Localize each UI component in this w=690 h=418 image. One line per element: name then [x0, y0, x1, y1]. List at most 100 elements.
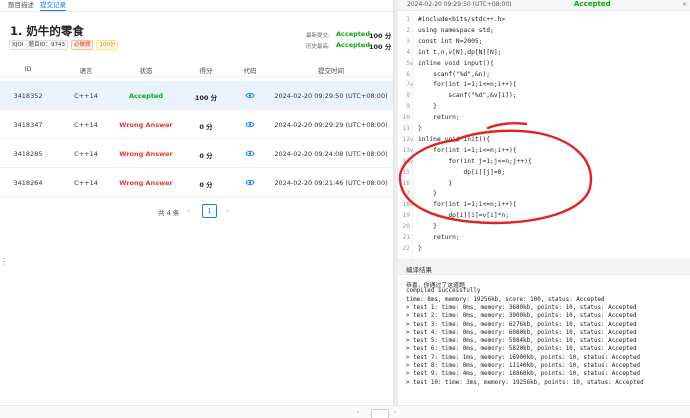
problem-title: 1. 奶牛的零食	[10, 24, 84, 38]
eye-icon[interactable]	[245, 121, 255, 128]
code-line: }	[418, 244, 422, 252]
header-code[interactable]: 代码	[244, 65, 257, 75]
code-line: dp[i][i]=v[i]*n;	[418, 212, 509, 220]
submission-status: Wrong Answer	[119, 121, 173, 129]
best-status: Accepted	[336, 41, 370, 49]
table-row[interactable]: 3418347 C++14 Wrong Answer 0 分 2024-02-20 09…	[0, 110, 393, 139]
header-status[interactable]: 状态	[140, 65, 153, 75]
latest-label: 最新提交:	[306, 33, 330, 39]
line-number: 4	[406, 48, 410, 56]
required-tag: 必做题	[70, 40, 94, 50]
chevron-right-icon[interactable]: ›	[394, 409, 396, 416]
tab-problem-description[interactable]: 题目描述	[8, 0, 34, 10]
header-language[interactable]: 语言	[80, 65, 93, 75]
code-line: return;	[418, 114, 460, 122]
code-viewer[interactable]: 1 #include<bits/stdc++.h> 2 using namespace…	[398, 14, 690, 258]
page-button-1[interactable]: 1	[202, 204, 217, 218]
test-result-line: > test 2: time: 0ms, memory: 3900kb, poi…	[406, 313, 637, 320]
chevron-left-icon[interactable]: ‹	[187, 206, 190, 215]
tab-bar: 题目描述 提交记录	[0, 0, 393, 12]
eye-icon[interactable]	[245, 150, 255, 157]
submission-time: 2024-02-20 09:21:46 (UTC+08:00)	[274, 179, 388, 187]
compile-summary-line: time: 8ms, memory: 19256kb, score: 100, …	[406, 296, 605, 303]
table-header: ID 语言 状态 得分 代码 提交时间	[0, 59, 393, 77]
chevron-right-icon[interactable]: ›	[226, 206, 229, 215]
table-row[interactable]: 3418264 C++14 Wrong Answer 0 分 2024-02-20 09…	[0, 168, 393, 197]
code-line: #include<bits/stdc++.h>	[418, 16, 506, 23]
fold-chevron-icon[interactable]: v	[410, 61, 413, 67]
header-submit-time[interactable]: 提交时间	[318, 65, 344, 75]
line-number: 6	[406, 70, 410, 78]
submission-language: C++14	[74, 121, 98, 129]
submission-score: 0 分	[199, 123, 213, 131]
dots-vertical-icon[interactable]: ⋮	[0, 257, 8, 266]
close-icon[interactable]: ✕	[682, 1, 687, 8]
submission-time: 2024-02-20 09:24:08 (UTC+08:00)	[274, 150, 388, 158]
best-label: 历史最高:	[306, 44, 330, 50]
line-number: 9	[406, 103, 410, 111]
code-line: inline void input(){	[418, 59, 494, 67]
code-line: }	[418, 190, 437, 198]
line-number: 1	[406, 16, 410, 23]
code-line: const int N=2005;	[418, 37, 483, 45]
problem-tags: XJOI · 题目ID：9743 必做题 100分	[9, 40, 121, 50]
submission-score: 0 分	[199, 181, 213, 189]
fold-chevron-icon[interactable]: v	[410, 202, 413, 208]
compile-summary-line: compiled successfully	[406, 288, 481, 295]
line-number: 16	[402, 179, 410, 187]
line-number: 12	[402, 135, 410, 143]
compile-result-body: 恭喜，你通过了这道题 compiled successfully time: 8ms…	[398, 276, 690, 405]
fold-chevron-icon[interactable]: v	[410, 137, 413, 143]
code-line: scanf("%d",&v[i]);	[418, 92, 517, 100]
submission-detail-panel: 2024-02-20 09:29:50 (UTC+08:00) Accepted…	[398, 0, 690, 418]
code-line: return;	[418, 234, 460, 241]
code-line: }	[418, 179, 453, 187]
eye-icon[interactable]	[245, 179, 255, 186]
line-number: 19	[402, 212, 410, 220]
chevron-left-icon[interactable]: ‹	[357, 409, 359, 416]
test-result-line: > test 1: time: 0ms, memory: 3680kb, poi…	[406, 304, 637, 311]
line-number: 3	[406, 37, 410, 45]
bottom-page-box[interactable]	[371, 409, 389, 418]
header-id[interactable]: ID	[25, 65, 32, 73]
fold-chevron-icon[interactable]: v	[410, 159, 413, 165]
test-result-line: > test 4: time: 0ms, memory: 6080kb, poi…	[406, 329, 637, 336]
detail-time: 2024-02-20 09:29:50 (UTC+08:00)	[407, 1, 512, 8]
code-line: using namespace std;	[418, 26, 494, 34]
test-result-line: > test 3: time: 0ms, memory: 6276kb, poi…	[406, 321, 637, 328]
submission-status: Wrong Answer	[119, 150, 173, 158]
eye-icon[interactable]	[245, 92, 255, 99]
fold-chevron-icon[interactable]: v	[410, 82, 413, 88]
submission-id: 3418352	[13, 92, 43, 100]
submission-id: 3418264	[13, 179, 43, 187]
latest-score: 100 分	[369, 32, 392, 40]
line-number: 20	[402, 223, 410, 231]
code-line: }	[418, 103, 437, 111]
header-score[interactable]: 得分	[200, 65, 213, 75]
line-number: 11	[402, 125, 410, 132]
submission-id: 3418285	[13, 150, 43, 158]
submission-score: 100 分	[194, 94, 218, 102]
line-number: 10	[402, 114, 410, 122]
best-score: 100 分	[369, 43, 392, 51]
line-number: 13	[402, 146, 410, 154]
submission-time: 2024-02-20 09:29:29 (UTC+08:00)	[274, 121, 388, 129]
line-number: 18	[402, 201, 410, 209]
submission-language: C++14	[74, 150, 98, 158]
test-result-line: > test 6: time: 0ms, memory: 5820kb, poi…	[406, 346, 637, 353]
code-line: scanf("%d",&n);	[418, 70, 491, 78]
line-number: 2	[406, 26, 410, 34]
pagination: 共 4 条 ‹ 1 ›	[0, 203, 393, 219]
submission-status: Wrong Answer	[119, 179, 173, 187]
fold-chevron-icon[interactable]: v	[410, 148, 413, 154]
line-number: 21	[402, 234, 410, 241]
code-line: for(int i=1;i<=n;i++){	[418, 146, 517, 154]
test-result-line: > test 10: time: 3ms, memory: 19256kb, p…	[406, 379, 644, 386]
submission-score: 0 分	[199, 152, 213, 160]
table-row[interactable]: 3418352 C++14 Accepted 100 分 2024-02-20 09:2…	[0, 81, 393, 110]
compile-result-title: 编译结果	[406, 266, 432, 274]
tab-submissions[interactable]: 提交记录	[40, 0, 66, 11]
detail-status: Accepted	[574, 0, 611, 8]
bottom-pager: ‹ ›	[0, 405, 690, 418]
table-row[interactable]: 3418285 C++14 Wrong Answer 0 分 2024-02-20 09…	[0, 139, 393, 168]
